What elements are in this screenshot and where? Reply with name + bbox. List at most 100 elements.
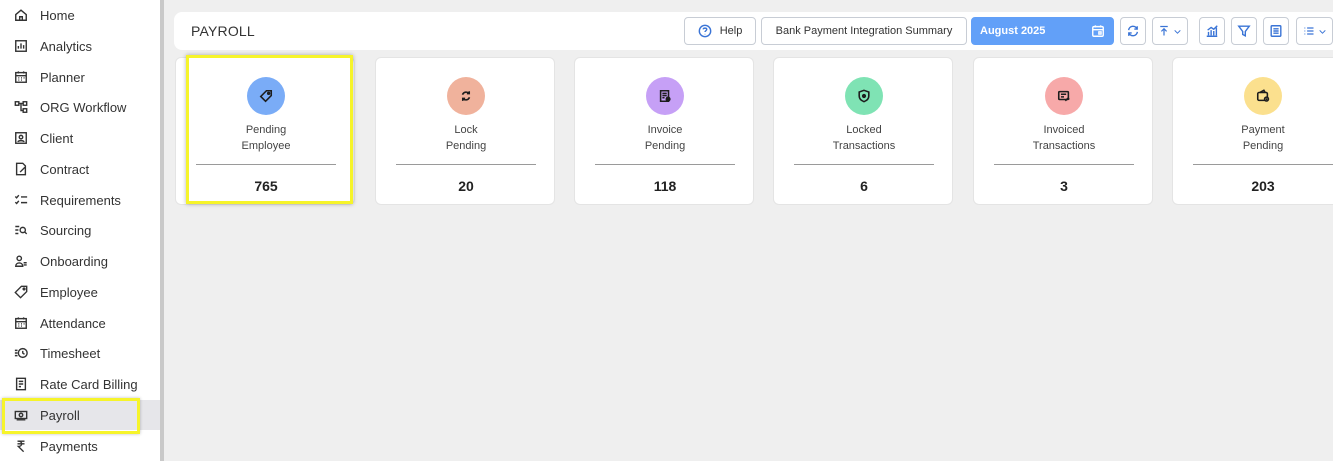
- analytics-icon: [13, 38, 29, 54]
- sidebar-item-label: Requirements: [40, 192, 121, 208]
- card-value: 20: [458, 178, 474, 194]
- sidebar-item-timesheet[interactable]: Timesheet: [0, 338, 160, 368]
- card-invoiced-transactions[interactable]: Invoiced Transactions 3: [973, 57, 1153, 205]
- shield-icon: [858, 89, 870, 103]
- filter-button[interactable]: [1231, 17, 1257, 45]
- sidebar-item-label: Payments: [40, 438, 98, 454]
- calendar-icon: [1091, 24, 1105, 41]
- sidebar-item-label: ORG Workflow: [40, 99, 127, 115]
- filter-icon: [1237, 25, 1251, 37]
- sidebar-item-label: Planner: [40, 69, 85, 85]
- sidebar-item-sourcing[interactable]: Sourcing: [0, 215, 160, 245]
- sidebar-item-label: Attendance: [40, 315, 106, 331]
- client-icon: [13, 130, 29, 146]
- card-icon-circle: [1045, 77, 1083, 115]
- bank-payment-integration-summary-button[interactable]: Bank Payment Integration Summary: [761, 17, 967, 45]
- tag-icon: [259, 89, 273, 103]
- sidebar-item-contract[interactable]: Contract: [0, 154, 160, 184]
- sidebar-item-label: Sourcing: [40, 222, 92, 238]
- help-icon: [698, 24, 712, 38]
- chart-view-button[interactable]: [1199, 17, 1225, 45]
- card-value: 3: [1060, 178, 1068, 194]
- checklist-icon: [13, 192, 29, 208]
- help-button[interactable]: Help: [684, 17, 756, 45]
- sidebar-item-label: Onboarding: [40, 253, 108, 269]
- employee-tag-icon: [13, 284, 29, 300]
- refresh-button[interactable]: [1120, 17, 1146, 45]
- invoice-icon: [659, 89, 671, 103]
- sidebar-item-client[interactable]: Client: [0, 123, 160, 153]
- card-divider: [794, 164, 934, 165]
- card-label: Invoice Pending: [644, 124, 686, 152]
- card-label: Payment Pending: [1241, 124, 1285, 152]
- clock-list-icon: [13, 345, 29, 361]
- sidebar-item-label: Employee: [40, 284, 98, 300]
- card-value: 765: [254, 178, 278, 194]
- sidebar-item-planner[interactable]: Planner: [0, 62, 160, 92]
- card-label: Lock Pending: [445, 124, 487, 152]
- export-dropdown-button[interactable]: [1152, 17, 1188, 45]
- bank-button-label: Bank Payment Integration Summary: [775, 25, 953, 37]
- calendar-icon: [13, 315, 29, 331]
- sidebar-item-org-workflow[interactable]: ORG Workflow: [0, 92, 160, 122]
- chevron-down-icon: [1318, 29, 1326, 34]
- card-value: 6: [860, 178, 868, 194]
- card-payment-pending[interactable]: Payment Pending 203: [1172, 57, 1333, 205]
- sidebar-item-home[interactable]: Home: [0, 0, 160, 30]
- billing-icon: [13, 376, 29, 392]
- card-divider: [1193, 164, 1333, 165]
- sidebar-item-employee[interactable]: Employee: [0, 277, 160, 307]
- sourcing-icon: [13, 222, 29, 238]
- home-icon: [13, 7, 29, 23]
- page-title: PAYROLL: [191, 23, 255, 39]
- chevron-down-icon: [1174, 29, 1181, 34]
- upload-icon: [1160, 25, 1168, 36]
- list-view-dropdown-button[interactable]: [1296, 17, 1333, 45]
- card-divider: [396, 164, 536, 165]
- sidebar-item-analytics[interactable]: Analytics: [0, 31, 160, 61]
- sidebar-item-label: Home: [40, 7, 75, 23]
- report-button[interactable]: [1263, 17, 1289, 45]
- bar-chart-icon: [1206, 25, 1218, 37]
- card-invoice-pending[interactable]: Invoice Pending 118: [574, 57, 754, 205]
- card-icon-circle: [1244, 77, 1282, 115]
- list-icon: [1304, 27, 1313, 35]
- card-value: 118: [653, 178, 677, 194]
- sync-icon: [461, 91, 471, 101]
- sidebar-item-attendance[interactable]: Attendance: [0, 308, 160, 338]
- sidebar-item-rate-card-billing[interactable]: Rate Card Billing: [0, 369, 160, 399]
- onboarding-icon: [13, 253, 29, 269]
- rupee-icon: [13, 438, 29, 454]
- sidebar-item-payments[interactable]: Payments: [0, 431, 160, 461]
- card-label: Pending Employee: [241, 124, 291, 152]
- card-lock-pending[interactable]: Lock Pending 20: [375, 57, 555, 205]
- card-divider: [994, 164, 1134, 165]
- wallet-icon: [1256, 89, 1270, 102]
- sidebar-item-label: Rate Card Billing: [40, 376, 138, 392]
- workflow-icon: [13, 99, 29, 115]
- invoiced-icon: [1057, 90, 1070, 102]
- card-icon-circle: [447, 77, 485, 115]
- card-pending-employee[interactable]: Pending Employee 765: [175, 57, 355, 205]
- card-icon-circle: [646, 77, 684, 115]
- card-label: Locked Transactions: [832, 124, 896, 152]
- sidebar-item-onboarding[interactable]: Onboarding: [0, 246, 160, 276]
- card-value: 203: [1251, 178, 1275, 194]
- card-divider: [595, 164, 735, 165]
- help-button-label: Help: [719, 25, 743, 37]
- sidebar-item-label: Client: [40, 130, 74, 146]
- card-icon-circle: [845, 77, 883, 115]
- card-label: Invoiced Transactions: [1032, 124, 1096, 152]
- sidebar-item-label: Contract: [40, 161, 90, 177]
- month-picker-value: August 2025: [980, 25, 1046, 37]
- card-locked-transactions[interactable]: Locked Transactions 6: [773, 57, 953, 205]
- month-picker[interactable]: August 2025: [971, 17, 1114, 45]
- card-divider: [196, 164, 336, 165]
- refresh-icon: [1127, 25, 1139, 37]
- page-header: PAYROLL Help Bank Payment Integration Su…: [174, 12, 1333, 50]
- sidebar-item-requirements[interactable]: Requirements: [0, 185, 160, 215]
- sidebar-item-label: Timesheet: [40, 345, 101, 361]
- sidebar: Home Analytics Planner ORG Workflow Clie…: [0, 0, 160, 461]
- contract-icon: [13, 161, 29, 177]
- active-item-highlight: [2, 398, 140, 434]
